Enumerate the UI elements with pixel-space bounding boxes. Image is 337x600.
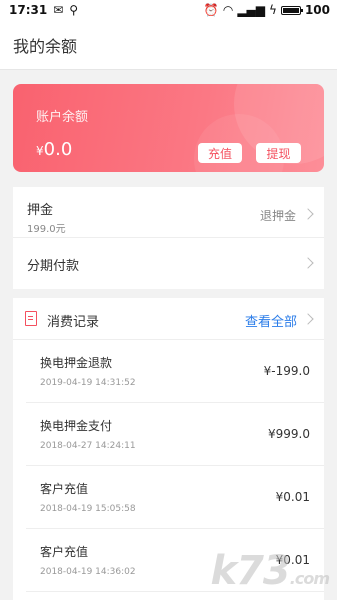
status-bar: 17:31 ✉ ⚲ ⏰ ◠ ▂▄▆ ϟ 100 (0, 0, 337, 20)
balance-label: 账户余额 (36, 110, 89, 125)
record-title: 客户充值 (40, 482, 89, 496)
watermark-suffix: .com (289, 569, 330, 588)
chevron-right-icon (302, 313, 314, 325)
alarm-icon: ⏰ (203, 3, 219, 17)
record-amount: ¥0.01 (275, 490, 310, 504)
record-title: 换电押金退款 (40, 356, 113, 370)
record-time: 2018-04-27 14:24:11 (40, 441, 136, 451)
watermark-text: k73 (210, 548, 291, 594)
signal-icon: ▂▄▆ (237, 3, 266, 17)
deposit-row[interactable]: 押金 199.0元 退押金 (13, 187, 324, 238)
records-header: 消费记录 查看全部 (13, 298, 324, 340)
deposit-label: 押金 (27, 203, 54, 218)
record-title: 换电押金支付 (40, 419, 113, 433)
recharge-button[interactable]: 充值 (198, 143, 242, 163)
refund-deposit-link[interactable]: 退押金 (260, 207, 296, 224)
balance-value: 0.0 (43, 139, 73, 160)
page-title: 我的余额 (13, 36, 78, 56)
charging-icon: ϟ (269, 3, 277, 17)
balance-amount: ¥0.0 (36, 139, 72, 160)
wifi-icon: ◠ (222, 3, 234, 17)
installment-label: 分期付款 (27, 259, 80, 274)
record-time: 2018-04-19 14:36:02 (40, 567, 136, 577)
site-watermark: k73.com (210, 548, 331, 594)
currency-symbol: ¥ (36, 144, 44, 158)
status-time: 17:31 (9, 3, 48, 17)
chevron-right-icon (302, 257, 314, 269)
record-row[interactable]: 换电押金支付 2018-04-27 14:24:11 ¥999.0 (26, 403, 324, 466)
usb-icon: ⚲ (69, 3, 79, 17)
battery-icon (280, 5, 303, 15)
installment-row[interactable]: 分期付款 (13, 238, 324, 289)
balance-card: 账户余额 ¥0.0 充值 提现 (13, 84, 324, 172)
records-title: 消费记录 (47, 315, 100, 330)
record-row[interactable]: 换电押金退款 2019-04-19 14:31:52 ¥-199.0 (26, 340, 324, 403)
view-all-link[interactable]: 查看全部 (245, 311, 297, 330)
record-row[interactable]: 客户充值 2018-04-19 15:05:58 ¥0.01 (26, 466, 324, 529)
chevron-right-icon (302, 208, 314, 220)
app-header: 我的余额 (0, 20, 337, 70)
document-icon (25, 311, 37, 326)
mail-icon: ✉ (53, 3, 64, 17)
withdraw-button[interactable]: 提现 (256, 143, 301, 163)
battery-percentage: 100 (304, 3, 330, 17)
record-time: 2019-04-19 14:31:52 (40, 378, 136, 388)
record-title: 客户充值 (40, 545, 89, 559)
record-time: 2018-04-19 15:05:58 (40, 504, 136, 514)
deposit-value: 199.0元 (27, 224, 66, 235)
record-amount: ¥999.0 (268, 427, 310, 441)
deposit-section: 押金 199.0元 退押金 分期付款 (13, 187, 324, 289)
record-amount: ¥-199.0 (263, 364, 310, 378)
